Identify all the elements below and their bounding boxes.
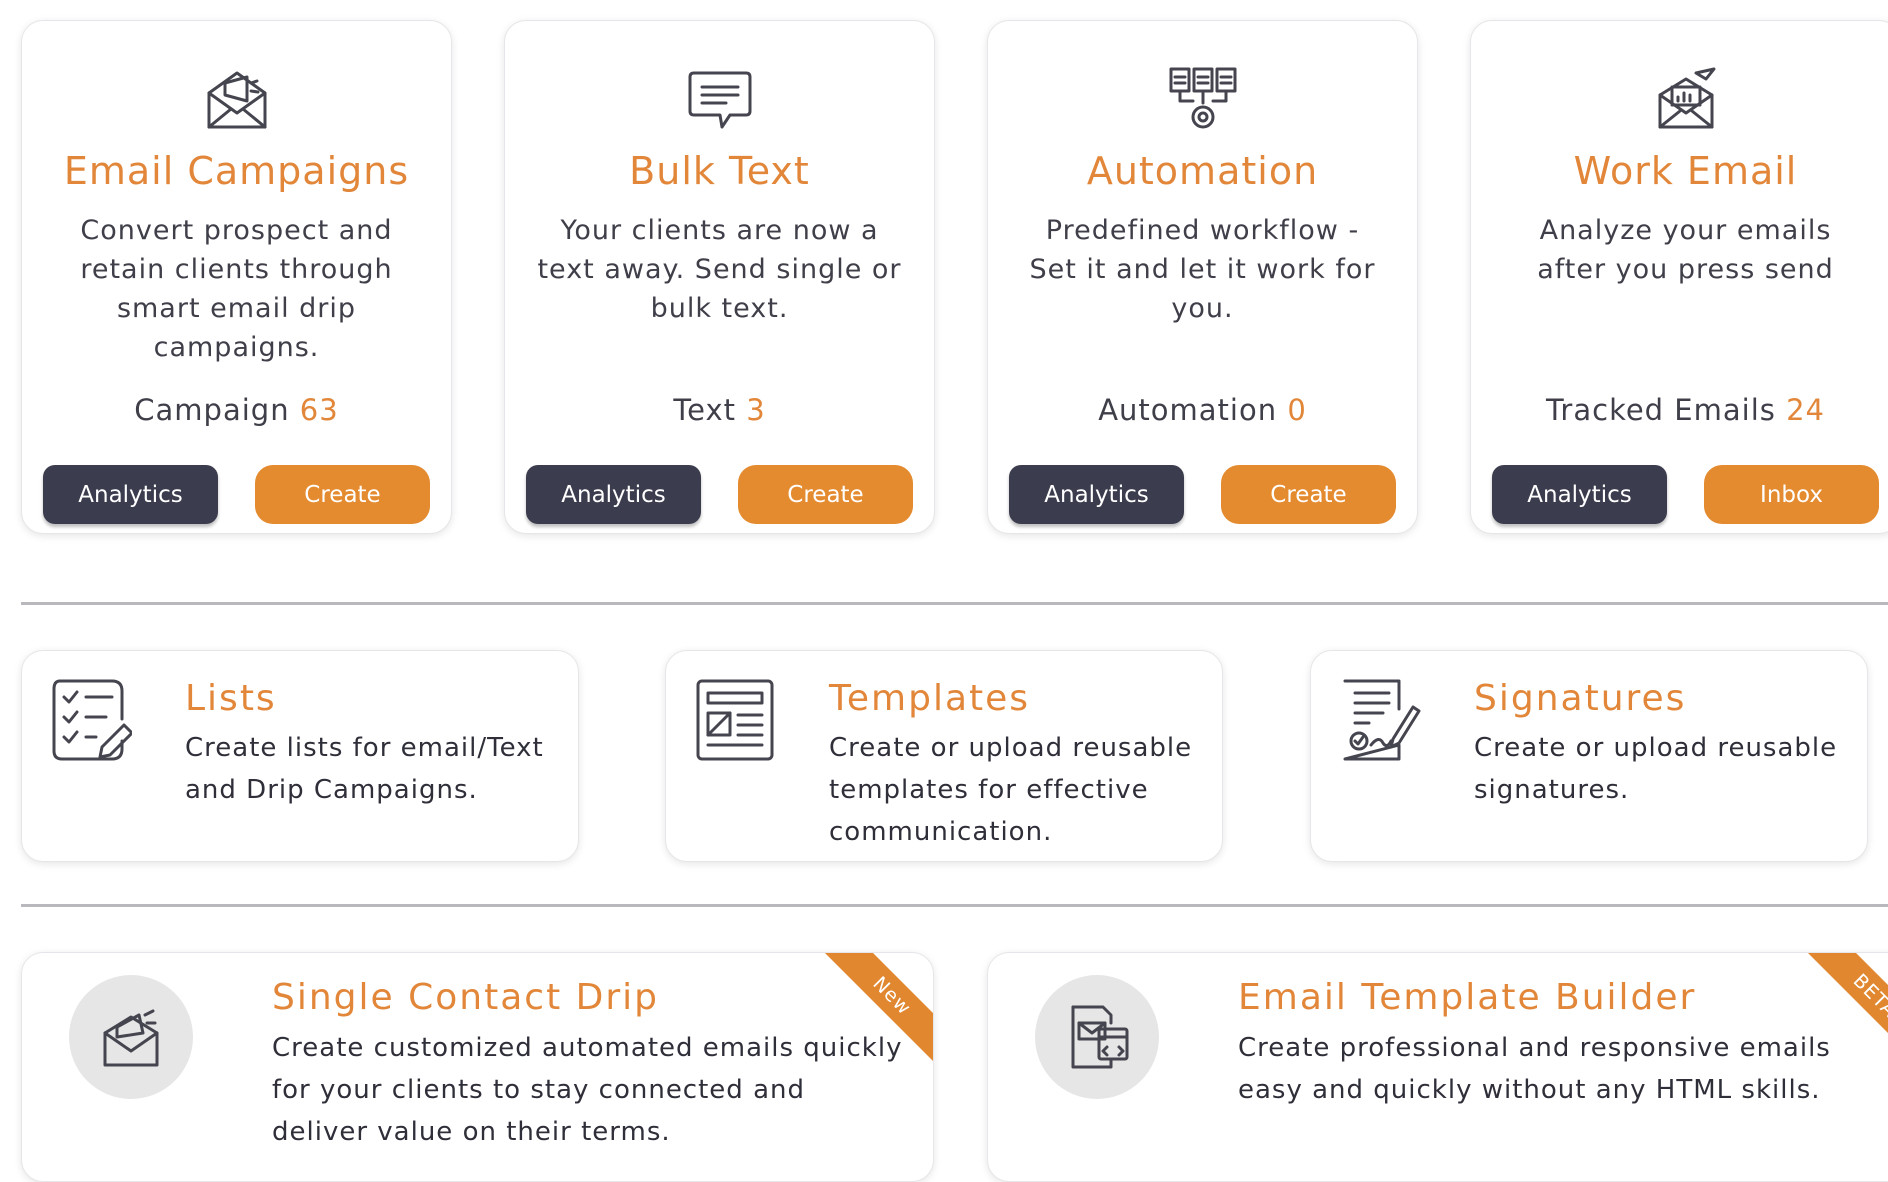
stat-label: Automation — [1098, 393, 1278, 427]
analytics-button[interactable]: Analytics — [1009, 465, 1184, 524]
card-description: Create or upload reusable templates for … — [829, 733, 1193, 847]
card-title: Automation — [1086, 149, 1319, 193]
bulk-text-card: Bulk Text Your clients are now a text aw… — [504, 20, 935, 534]
stat-value: 24 — [1786, 393, 1825, 427]
card-title: Bulk Text — [629, 149, 810, 193]
tracked-email-icon — [1652, 65, 1720, 133]
checklist-icon — [50, 679, 132, 761]
card-description: Convert prospect and retain clients thro… — [80, 215, 393, 363]
icon-circle — [69, 975, 193, 1099]
stat-value: 0 — [1287, 393, 1307, 427]
workflow-gear-icon — [1169, 65, 1237, 133]
template-icon — [694, 679, 776, 761]
card-title: Email Template Builder — [1238, 977, 1697, 1018]
inbox-button[interactable]: Inbox — [1704, 465, 1879, 524]
card-stat: Text 3 — [505, 393, 934, 427]
work-email-card: Work Email Analyze your emails after you… — [1470, 20, 1888, 534]
section-divider — [21, 904, 1888, 907]
create-button[interactable]: Create — [1221, 465, 1396, 524]
signatures-card[interactable]: Signatures Create or upload reusable sig… — [1310, 650, 1868, 862]
analytics-button[interactable]: Analytics — [43, 465, 218, 524]
stat-label: Text — [673, 393, 736, 427]
email-campaign-icon — [203, 65, 271, 133]
section-divider — [21, 602, 1888, 605]
email-campaigns-card: Email Campaigns Convert prospect and ret… — [21, 20, 452, 534]
card-description: Predefined workflow - Set it and let it … — [1029, 215, 1376, 324]
card-stat: Automation 0 — [988, 393, 1417, 427]
email-template-builder-card[interactable]: Email Template Builder Create profession… — [987, 952, 1888, 1182]
stat-label: Tracked Emails — [1545, 393, 1776, 427]
automation-card: Automation Predefined workflow - Set it … — [987, 20, 1418, 534]
lists-card[interactable]: Lists Create lists for email/Text and Dr… — [21, 650, 579, 862]
analytics-button[interactable]: Analytics — [526, 465, 701, 524]
stat-label: Campaign — [134, 393, 290, 427]
card-description: Create lists for email/Text and Drip Cam… — [185, 733, 544, 805]
analytics-button[interactable]: Analytics — [1492, 465, 1667, 524]
card-description: Create professional and responsive email… — [1238, 1033, 1831, 1105]
card-title: Work Email — [1573, 149, 1798, 193]
chat-bubble-icon — [686, 65, 754, 133]
stat-value: 63 — [299, 393, 339, 427]
card-title: Lists — [185, 678, 277, 719]
single-contact-drip-card[interactable]: Single Contact Drip Create customized au… — [21, 952, 934, 1182]
card-stat: Tracked Emails 24 — [1471, 393, 1888, 427]
card-title: Templates — [829, 678, 1031, 719]
create-button[interactable]: Create — [255, 465, 430, 524]
create-button[interactable]: Create — [738, 465, 913, 524]
card-description: Your clients are now a text away. Send s… — [537, 215, 902, 324]
card-description: Create or upload reusable signatures. — [1474, 733, 1838, 805]
card-title: Signatures — [1474, 678, 1687, 719]
card-description: Create customized automated emails quick… — [272, 1033, 903, 1147]
signature-icon — [1339, 679, 1421, 761]
icon-circle — [1035, 975, 1159, 1099]
stat-value: 3 — [746, 393, 766, 427]
card-stat: Campaign 63 — [22, 393, 451, 427]
templates-card[interactable]: Templates Create or upload reusable temp… — [665, 650, 1223, 862]
card-title: Single Contact Drip — [272, 977, 659, 1018]
card-title: Email Campaigns — [63, 149, 410, 193]
card-description: Analyze your emails after you press send — [1537, 215, 1834, 285]
